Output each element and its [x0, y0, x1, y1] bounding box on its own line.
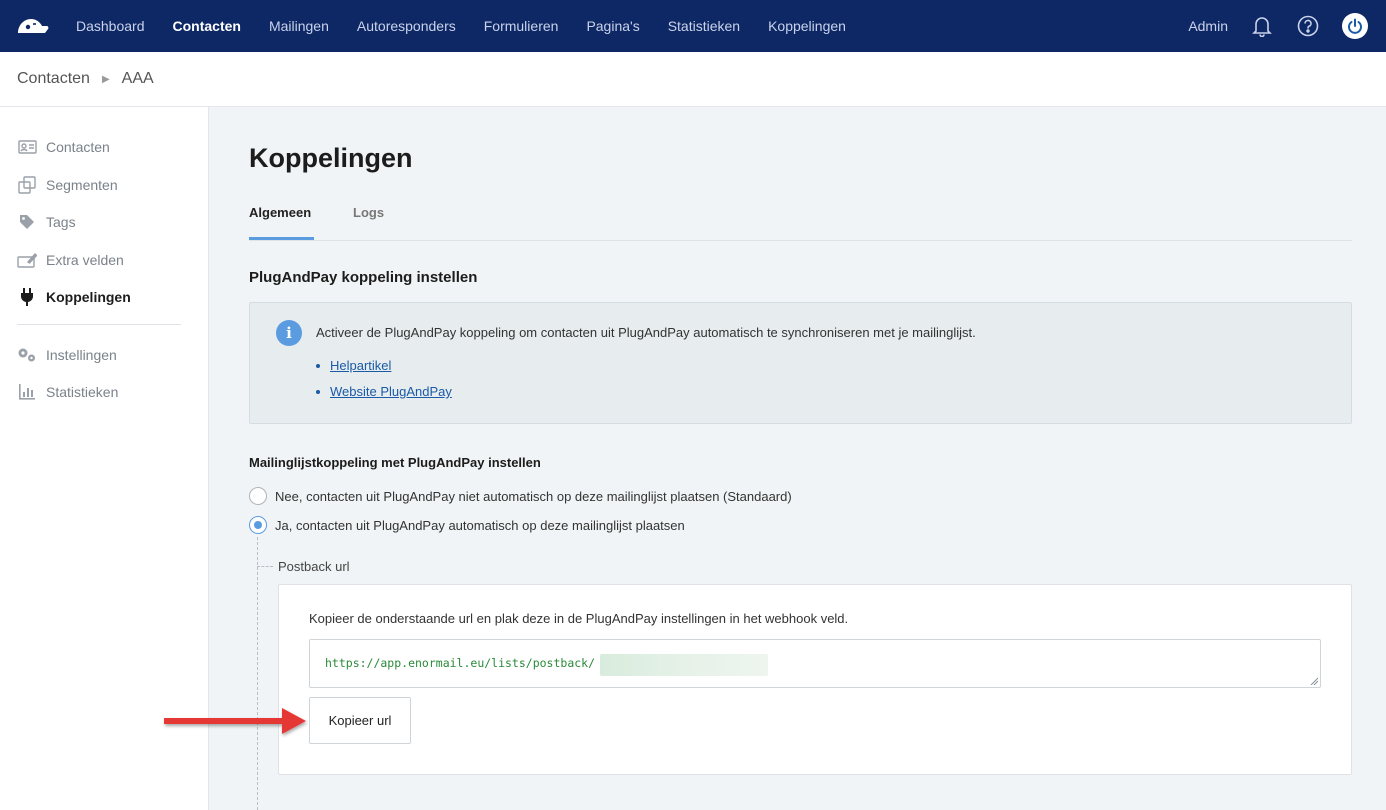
sidebar-item-label: Extra velden: [46, 252, 124, 268]
breadcrumb: Contacten ▶ AAA: [0, 52, 1386, 107]
chevron-right-icon: ▶: [101, 73, 110, 85]
contact-card-icon: [17, 138, 37, 156]
sidebar-item-contacten[interactable]: Contacten: [17, 138, 110, 156]
redacted-token: [600, 654, 768, 676]
gears-icon: [17, 346, 37, 364]
nav-paginas[interactable]: Pagina's: [572, 0, 653, 52]
sidebar-item-statistieken[interactable]: Statistieken: [17, 383, 118, 401]
sidebar-item-extra-velden[interactable]: Extra velden: [17, 251, 124, 269]
postback-label: Postback url: [278, 559, 350, 574]
tree-connector-vertical: [257, 537, 258, 810]
edit-field-icon: [17, 251, 37, 269]
annotation-arrow-icon: [164, 708, 306, 734]
tag-icon: [17, 213, 37, 231]
segments-icon: [17, 176, 37, 194]
postback-url-field[interactable]: https://app.enormail.eu/lists/postback/: [309, 639, 1321, 688]
info-text: Activeer de PlugAndPay koppeling om cont…: [316, 325, 976, 340]
breadcrumb-list-name: AAA: [121, 70, 154, 87]
helpartikel-link[interactable]: Helpartikel: [330, 358, 391, 373]
info-links: Helpartikel Website PlugAndPay: [316, 358, 452, 410]
postback-url-text: https://app.enormail.eu/lists/postback/: [325, 656, 596, 670]
top-right-controls: Admin: [1188, 0, 1386, 52]
info-icon: i: [276, 320, 302, 346]
sidebar-item-label: Tags: [46, 214, 76, 230]
sidebar-item-koppelingen[interactable]: Koppelingen: [17, 288, 131, 306]
main-content: Koppelingen Algemeen Logs PlugAndPay kop…: [209, 107, 1386, 810]
resize-handle-icon[interactable]: [1310, 677, 1318, 685]
main-nav: Dashboard Contacten Mailingen Autorespon…: [62, 0, 860, 52]
nav-statistieken[interactable]: Statistieken: [654, 0, 754, 52]
sidebar-divider: [17, 324, 181, 325]
nav-dashboard[interactable]: Dashboard: [62, 0, 159, 52]
bell-icon[interactable]: [1250, 14, 1274, 38]
list-item: Helpartikel: [316, 358, 452, 373]
copy-url-button[interactable]: Kopieer url: [309, 697, 411, 744]
section-title: PlugAndPay koppeling instellen: [249, 269, 478, 286]
sidebar-item-label: Statistieken: [46, 384, 119, 400]
mailinglist-title: Mailinglijstkoppeling met PlugAndPay ins…: [249, 455, 541, 470]
tree-connector-horizontal: [257, 566, 273, 567]
sidebar-item-tags[interactable]: Tags: [17, 213, 76, 231]
postback-instructions: Kopieer de onderstaande url en plak deze…: [309, 611, 849, 626]
breadcrumb-contacten[interactable]: Contacten: [17, 70, 90, 88]
tabs: Algemeen Logs: [249, 197, 1352, 241]
info-box: i Activeer de PlugAndPay koppeling om co…: [249, 302, 1352, 424]
website-plugandpay-link[interactable]: Website PlugAndPay: [330, 384, 452, 399]
plug-icon: [17, 288, 37, 306]
radio-button-checked[interactable]: [249, 516, 267, 534]
postback-card: Kopieer de onderstaande url en plak deze…: [278, 584, 1352, 775]
tab-algemeen[interactable]: Algemeen: [249, 205, 314, 240]
nav-contacten[interactable]: Contacten: [159, 0, 255, 52]
list-item: Website PlugAndPay: [316, 384, 452, 399]
radio-label: Ja, contacten uit PlugAndPay automatisch…: [275, 517, 685, 533]
radio-option-yes[interactable]: Ja, contacten uit PlugAndPay automatisch…: [249, 516, 685, 534]
page-title: Koppelingen: [249, 143, 413, 173]
nav-autoresponders[interactable]: Autoresponders: [343, 0, 470, 52]
sidebar-item-label: Contacten: [46, 139, 110, 155]
user-menu[interactable]: Admin: [1188, 18, 1228, 34]
tab-logs[interactable]: Logs: [353, 205, 384, 240]
sidebar-item-segmenten[interactable]: Segmenten: [17, 176, 118, 194]
sidebar-item-label: Segmenten: [46, 177, 118, 193]
help-icon[interactable]: [1296, 14, 1320, 38]
app-logo-icon[interactable]: [16, 14, 50, 36]
power-icon[interactable]: [1342, 13, 1368, 39]
radio-option-no[interactable]: Nee, contacten uit PlugAndPay niet autom…: [249, 487, 792, 505]
bullet: [316, 363, 320, 368]
sidebar-item-label: Koppelingen: [46, 289, 131, 305]
sidebar-item-label: Instellingen: [46, 347, 117, 363]
radio-button[interactable]: [249, 487, 267, 505]
nav-koppelingen[interactable]: Koppelingen: [754, 0, 860, 52]
sidebar-item-instellingen[interactable]: Instellingen: [17, 346, 117, 364]
radio-label: Nee, contacten uit PlugAndPay niet autom…: [275, 488, 792, 504]
bar-chart-icon: [17, 383, 37, 401]
nav-mailingen[interactable]: Mailingen: [255, 0, 343, 52]
top-navigation-bar: Dashboard Contacten Mailingen Autorespon…: [0, 0, 1386, 52]
nav-formulieren[interactable]: Formulieren: [470, 0, 573, 52]
bullet: [316, 389, 320, 394]
